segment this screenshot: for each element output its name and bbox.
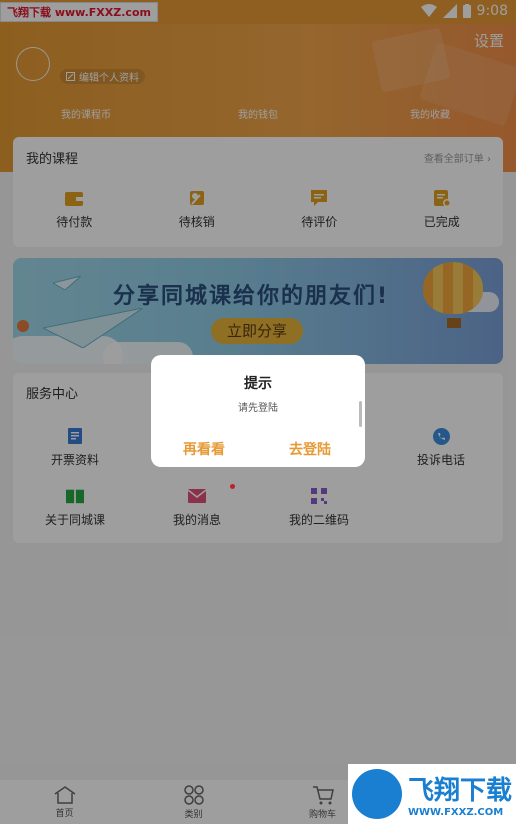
- dialog-title: 提示: [244, 376, 272, 392]
- dialog-message: 请先登陆: [238, 403, 278, 414]
- unread-dot: [230, 484, 235, 489]
- dialog-cancel-button[interactable]: 再看看: [183, 439, 225, 459]
- corner-watermark-logo: 飞翔下载 WWW.FXXZ.COM: [348, 764, 516, 824]
- login-prompt-dialog: 提示 请先登陆 再看看 去登陆: [151, 355, 365, 467]
- logo-big-text: 飞翔下载: [408, 776, 513, 806]
- logo-small-text: WWW.FXXZ.COM: [408, 807, 504, 818]
- logo-icon: [352, 769, 402, 819]
- dialog-login-button[interactable]: 去登陆: [289, 439, 331, 459]
- dialog-scrollbar[interactable]: [359, 401, 362, 427]
